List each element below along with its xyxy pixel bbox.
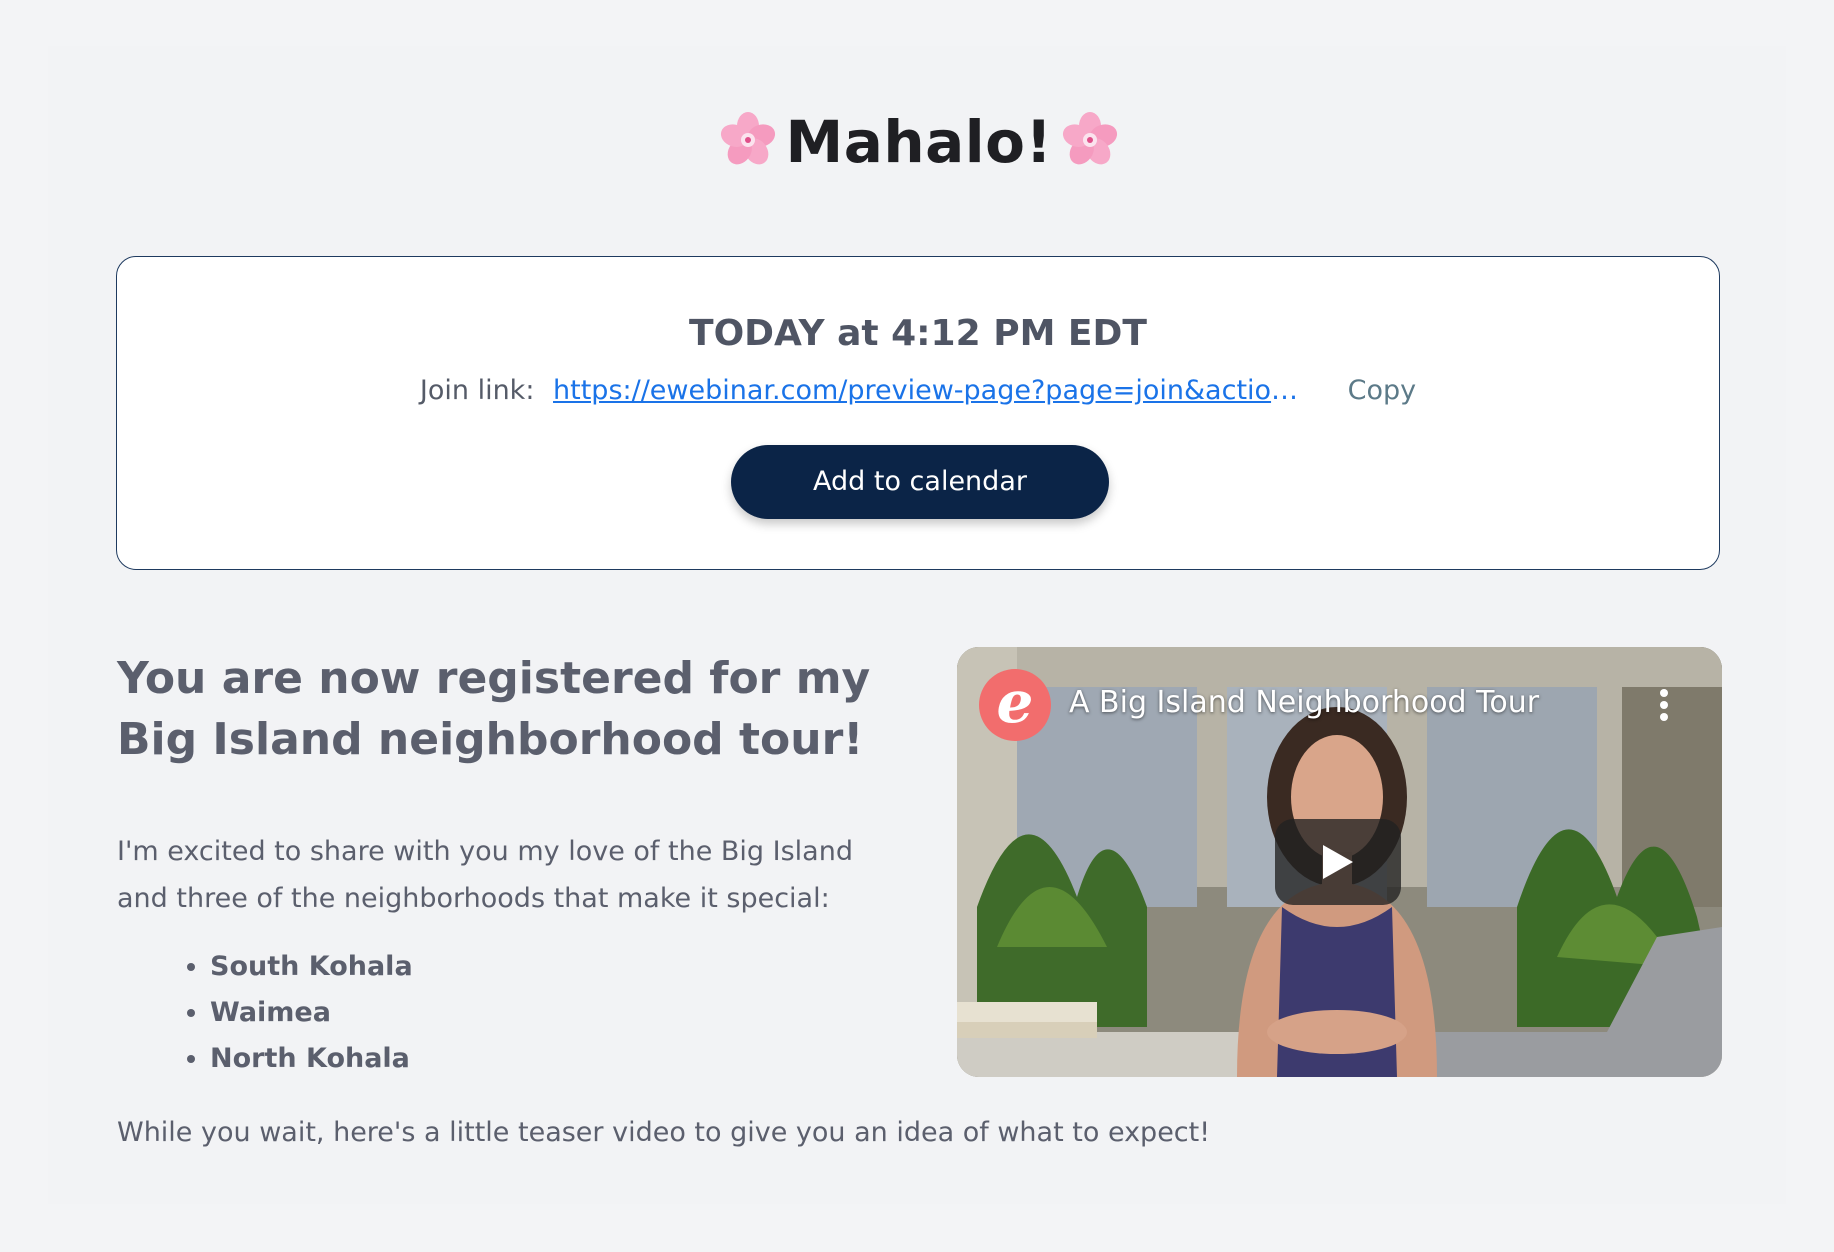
list-item: Waimea <box>210 990 413 1036</box>
registration-headline: You are now registered for my Big Island… <box>117 653 871 765</box>
join-link[interactable]: https://ewebinar.com/preview-page?page=j… <box>553 375 1313 406</box>
session-date: TODAY at 4:12 PM EDT <box>689 313 1147 354</box>
list-item: North Kohala <box>210 1036 413 1082</box>
video-title[interactable]: A Big Island Neighborhood Tour <box>1069 685 1539 720</box>
neighborhood-list: South Kohala Waimea North Kohala <box>154 944 413 1082</box>
list-item: South Kohala <box>210 944 413 990</box>
join-link-row: Join link: https://ewebinar.com/preview-… <box>117 375 1719 406</box>
play-button[interactable] <box>1275 819 1401 905</box>
outro-paragraph: While you wait, here's a little teaser v… <box>117 1117 1211 1148</box>
more-vertical-icon[interactable] <box>1660 689 1670 723</box>
page-title: Mahalo! <box>0 108 1834 176</box>
join-link-label: Join link: <box>419 375 535 406</box>
channel-logo[interactable]: e <box>979 669 1051 741</box>
play-icon <box>1323 845 1353 879</box>
add-to-calendar-button[interactable]: Add to calendar <box>731 445 1109 519</box>
intro-paragraph: I'm excited to share with you my love of… <box>117 836 853 914</box>
cherry-blossom-icon <box>1063 111 1118 165</box>
page-title-text: Mahalo! <box>785 108 1053 176</box>
copy-button[interactable]: Copy <box>1348 375 1417 406</box>
registration-card: TODAY at 4:12 PM EDT Join link: https://… <box>116 256 1720 570</box>
cherry-blossom-icon <box>720 111 775 165</box>
video-player[interactable]: e A Big Island Neighborhood Tour <box>957 647 1722 1077</box>
